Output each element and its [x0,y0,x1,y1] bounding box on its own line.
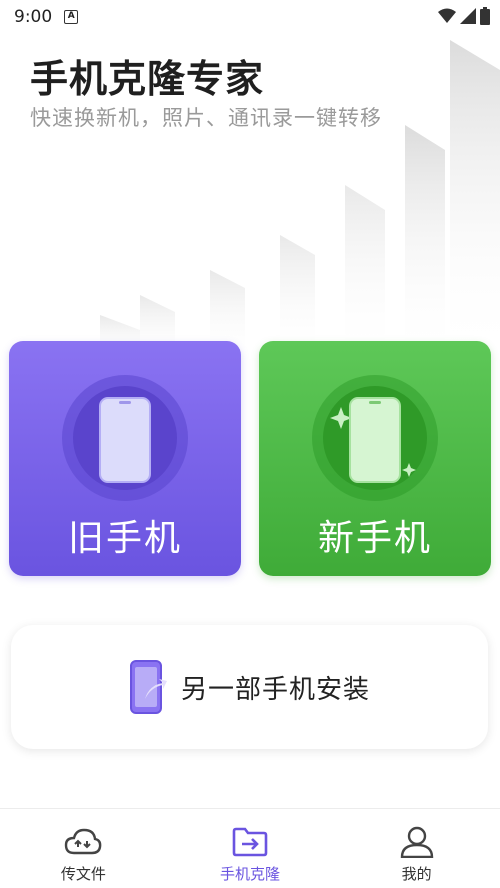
cloud-transfer-icon [65,828,102,855]
install-another-phone-button[interactable]: 另一部手机安装 [11,625,488,749]
new-phone-icon [330,397,416,483]
page-subtitle: 快速换新机，照片、通讯录一键转移 [30,106,382,130]
status-bar: 9:00 A [0,0,500,34]
signal-icon [460,8,476,24]
battery-icon [480,7,490,25]
page-title: 手机克隆专家 [30,57,265,101]
new-phone-label: 新手机 [317,518,432,559]
nav-item-phone-clone[interactable]: 手机克隆 [167,809,334,888]
new-phone-card[interactable]: 新手机 [259,341,491,576]
phone-icon [99,397,151,483]
phone-share-icon [129,660,167,714]
old-phone-card[interactable]: 旧手机 [9,341,241,576]
old-phone-label: 旧手机 [67,518,182,559]
bottom-navigation: 传文件 手机克隆 我的 [0,808,500,888]
nav-label: 我的 [401,865,432,883]
nav-label: 手机克隆 [220,865,281,883]
user-icon [400,826,433,858]
nav-item-mine[interactable]: 我的 [333,809,500,888]
wifi-icon [438,8,456,23]
nav-label: 传文件 [60,865,106,883]
folder-transfer-icon [232,827,268,857]
status-indicators [438,7,490,25]
status-time: 9:00 [14,7,53,27]
install-another-phone-label: 另一部手机安装 [180,674,370,705]
nav-item-transfer-files[interactable]: 传文件 [0,809,167,888]
notification-icon: A [64,10,79,24]
